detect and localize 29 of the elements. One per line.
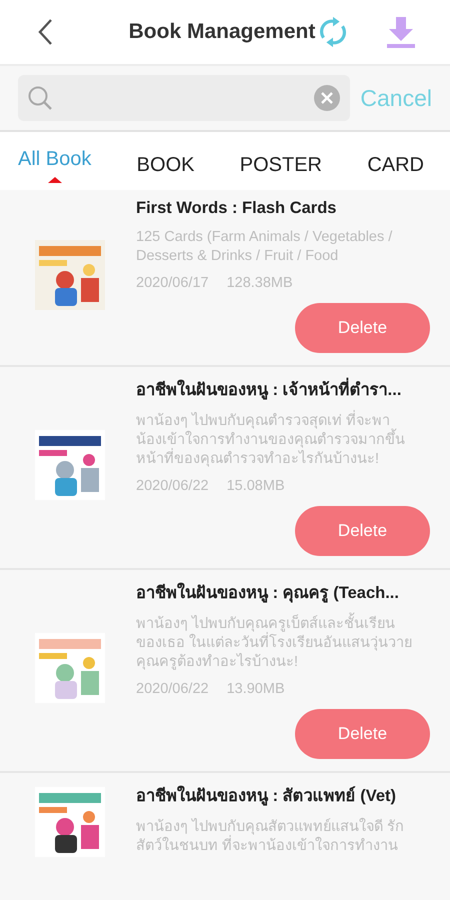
selected-indicator-icon bbox=[48, 176, 62, 182]
category-tab[interactable]: CARD bbox=[367, 154, 424, 176]
search-icon bbox=[27, 85, 53, 111]
file-size: 15.08MB bbox=[226, 478, 285, 494]
download-icon[interactable] bbox=[386, 15, 416, 49]
search-field[interactable] bbox=[18, 75, 350, 121]
book-description: พาน้องๆ ไปพบกับคุณครูเบ็ตส์และชั้นเรียน ของเธอ ในแต่ละวันที่โรงเรียนอันแสนวุ่นวาย คุณครูต้องทำอะไรบ้างนะ! bbox=[136, 615, 430, 672]
back-icon[interactable] bbox=[37, 18, 53, 46]
clear-icon[interactable] bbox=[313, 84, 342, 112]
book-title: อาชีพในฝันของหนู : คุณครู (Teach... bbox=[136, 582, 400, 605]
category-tab[interactable]: All Book bbox=[18, 148, 92, 170]
delete-button[interactable]: Delete bbox=[295, 303, 430, 353]
book-description: 125 Cards (Farm Animals / Vegetables / Desserts & Drinks / Fruit / Food bbox=[136, 228, 394, 266]
delete-button[interactable]: Delete bbox=[295, 506, 430, 556]
page-title: Book Management bbox=[128, 20, 316, 44]
category-tab[interactable]: POSTER bbox=[240, 154, 322, 176]
book-title: First Words : Flash Cards bbox=[136, 199, 338, 218]
file-size: 13.90MB bbox=[226, 681, 285, 697]
book-date: 2020/06/22 bbox=[136, 681, 209, 697]
book-date: 2020/06/22 bbox=[136, 478, 209, 494]
book-title: อาชีพในฝันของหนู : สัตวแพทย์ (Vet) bbox=[136, 784, 398, 808]
file-size: 128.38MB bbox=[226, 275, 293, 291]
category-tab[interactable]: BOOK bbox=[136, 154, 194, 176]
cancel-button[interactable]: Cancel bbox=[360, 84, 432, 112]
book-date: 2020/06/17 bbox=[136, 275, 209, 291]
book-title: อาชีพในฝันของหนู : เจ้าหน้าที่ตำรา... bbox=[136, 376, 430, 402]
book-description: พาน้องๆ ไปพบกับคุณตำรวจสุดเท่ ที่จะพา น้องเข้าใจการทำงานของคุณตำรวจมากขึ้น หน้าที่ของคุณตำรวจทำอะไรกันบ้างนะ! bbox=[136, 412, 430, 469]
book-description: พาน้องๆ ไปพบกับคุณสัตวแพทย์แสนใจดี รัก สัตว์ในชนบท ที่จะพาน้องเข้าใจการทำงาน bbox=[136, 818, 406, 856]
delete-button[interactable]: Delete bbox=[295, 709, 430, 759]
